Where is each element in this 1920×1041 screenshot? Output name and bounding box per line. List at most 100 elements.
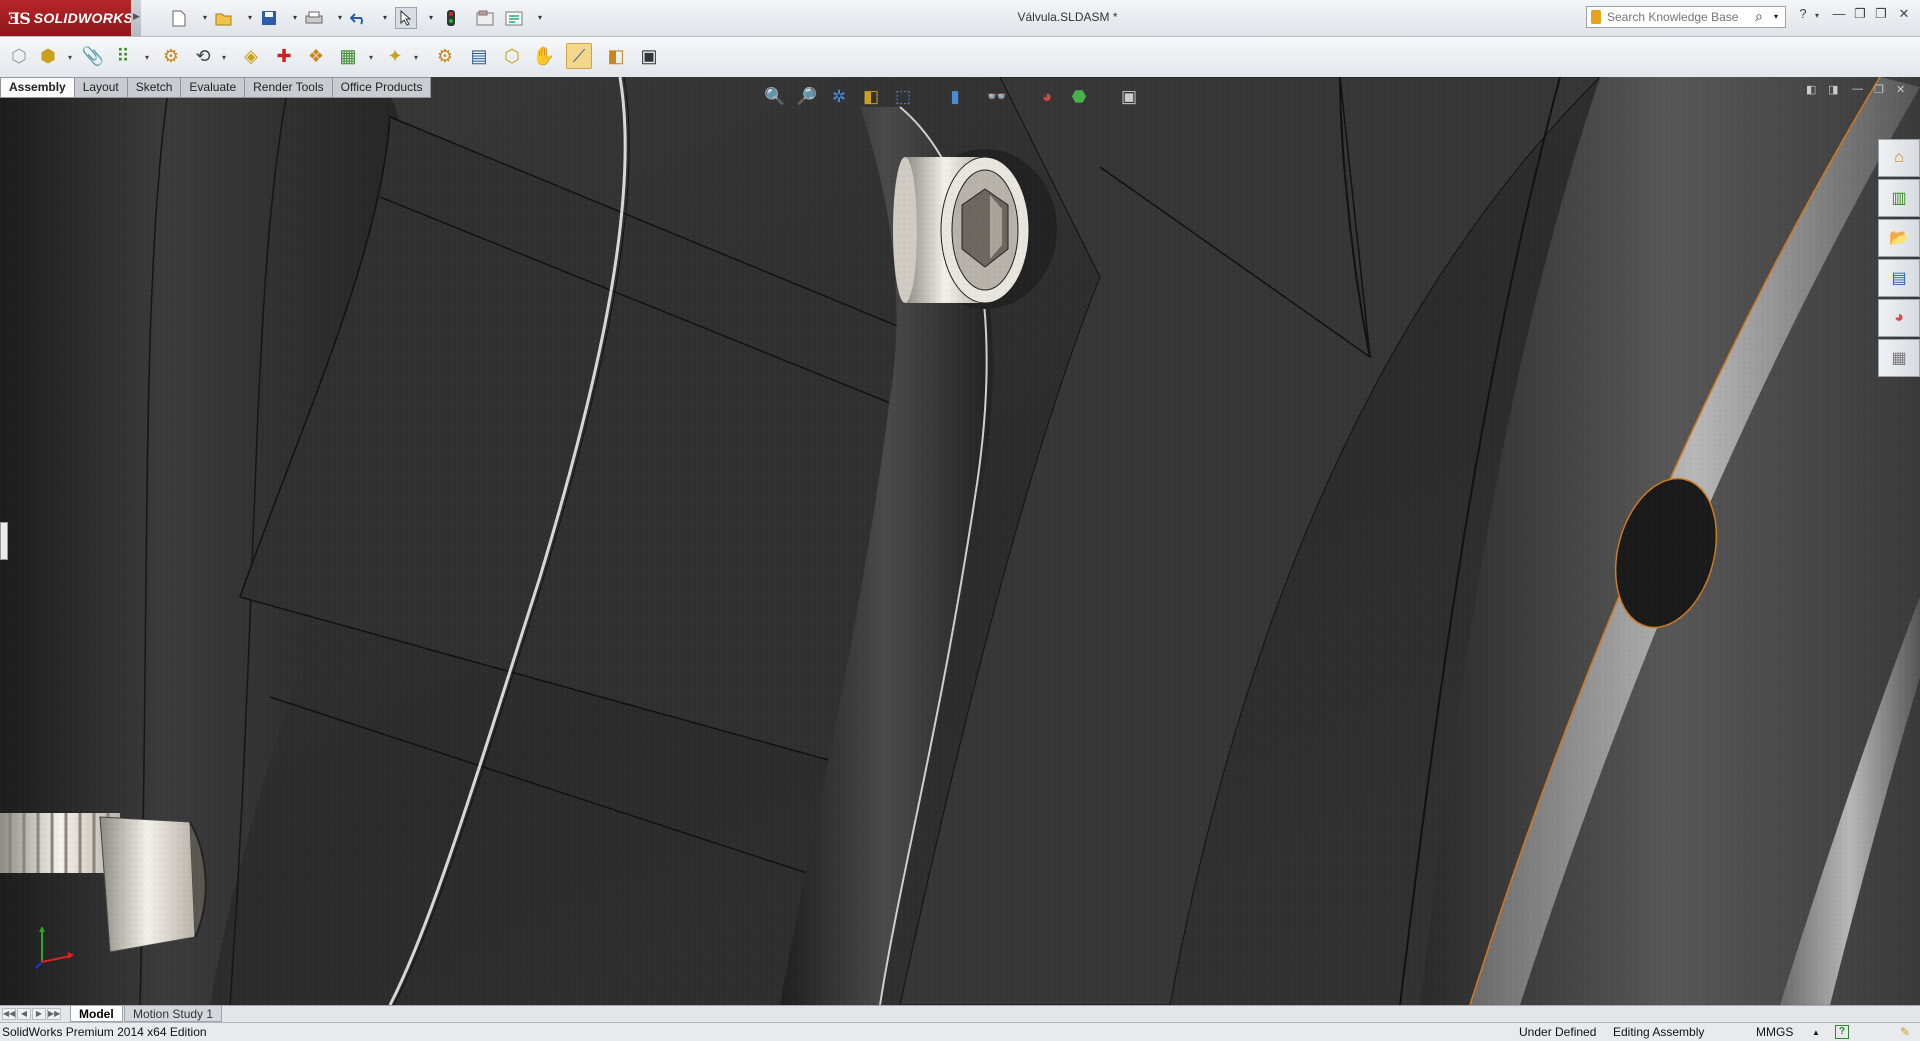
print-icon[interactable] [303,7,325,29]
insert-components-icon[interactable]: ⬢ [35,43,61,69]
tab-office-products[interactable]: Office Products [332,77,432,98]
rebuild-icon[interactable] [440,7,462,29]
save-dropdown-icon[interactable]: ▾ [293,13,297,22]
task-pane: ⌂ ▥ 📂 ▤ ◕ ▦ [1878,139,1920,379]
new-dropdown-icon[interactable]: ▾ [203,13,207,22]
title-bar: ƎS SOLIDWORKS ▶ ▾ ▾ ▾ ▾ ▾ ▾ ▾ Válvula.SL… [0,0,1920,37]
apply-scene-icon[interactable]: ⬣ [1066,85,1092,109]
display-style-icon[interactable]: ▮ [942,85,968,109]
new-document-icon[interactable] [168,7,190,29]
help-dropdown-icon[interactable]: ▾ [1808,11,1826,29]
search-dropdown-icon[interactable]: ▾ [1774,12,1778,21]
edit-appearance-icon[interactable]: ◕ [1034,85,1060,109]
hole-alignment-icon[interactable]: ⟋ [566,43,592,69]
search-knowledge-base[interactable]: ⌕ ▾ [1586,6,1786,28]
section-view-icon[interactable]: ◧ [858,85,884,109]
restore-down-icon[interactable]: ❐ [1872,6,1890,24]
undo-icon[interactable] [348,7,370,29]
tab-assembly[interactable]: Assembly [0,77,75,98]
smart-fasteners-icon[interactable]: ⚙ [158,43,184,69]
definition-status: Under Defined [1519,1025,1597,1039]
unit-system[interactable]: MMGS [1756,1025,1793,1039]
interference-detection-icon[interactable]: ⬡ [499,43,525,69]
search-icon[interactable]: ⌕ [1755,8,1763,25]
select-dropdown-icon[interactable]: ▾ [429,13,433,22]
open-dropdown-icon[interactable]: ▾ [248,13,252,22]
design-library-icon[interactable]: ▥ [1878,179,1920,217]
pattern-dropdown-icon[interactable]: ▾ [145,53,149,62]
viewport-restore-icon[interactable]: ❐ [1874,83,1884,96]
help-status-icon[interactable]: ? [1835,1025,1849,1039]
open-folder-icon[interactable] [213,7,235,29]
hide-show-items-icon[interactable]: 👓 [984,85,1010,109]
new-motion-study-icon[interactable]: ▦ [335,43,361,69]
tab-model[interactable]: Model [70,1006,123,1022]
view-palette-icon[interactable]: ▤ [1878,259,1920,297]
viewport-close-icon[interactable]: ✕ [1896,83,1905,96]
tab-sketch[interactable]: Sketch [127,77,182,98]
mate-icon[interactable]: 📎 [80,43,106,69]
rebuild-status-icon[interactable]: ✎ [1900,1025,1910,1039]
previous-tab-arrow-icon[interactable]: ◀ [17,1008,31,1020]
minimize-icon[interactable]: — [1830,6,1848,24]
viewport-expand-icon[interactable]: ◨ [1828,83,1838,96]
select-arrow-icon[interactable] [395,7,417,29]
insert-components-dropdown-icon[interactable]: ▾ [68,53,72,62]
solidworks-logo[interactable]: ƎS SOLIDWORKS [0,0,134,36]
menu-expand-arrow[interactable]: ▶ [131,0,141,36]
reference-geometry-icon[interactable]: ❖ [303,43,329,69]
zoom-to-area-icon[interactable]: 🔎 [794,85,820,109]
valve-assembly-model[interactable] [0,77,1920,1005]
assembly-visualization-icon[interactable]: ▣ [636,43,662,69]
options-icon[interactable] [503,7,525,29]
ds-logo-mark: ƎS [8,8,31,28]
edit-component-icon[interactable]: ⬡ [6,43,32,69]
explode-line-sketch-icon[interactable]: ▤ [466,43,492,69]
move-component-dropdown-icon[interactable]: ▾ [222,53,226,62]
custom-properties-icon[interactable]: ▦ [1878,339,1920,377]
solidworks-resources-icon[interactable]: ⌂ [1878,139,1920,177]
motion-study-dropdown-icon[interactable]: ▾ [369,53,373,62]
view-orientation-icon[interactable]: ⬚ [890,85,916,109]
status-bar: SolidWorks Premium 2014 x64 Edition Unde… [0,1022,1920,1041]
command-tabs: Assembly Layout Sketch Evaluate Render T… [0,77,432,98]
file-properties-icon[interactable] [474,7,496,29]
tab-evaluate[interactable]: Evaluate [181,77,246,98]
file-explorer-icon[interactable]: 📂 [1878,219,1920,257]
viewport-split-icon[interactable]: ◧ [1806,83,1816,96]
model-tabs-bar: ◀◀ ◀ ▶ ▶▶ Model Motion Study 1 [0,1005,1920,1023]
close-icon[interactable]: ✕ [1895,6,1913,24]
move-component-icon[interactable]: ⟲ [190,43,216,69]
options-dropdown-icon[interactable]: ▾ [538,13,542,22]
viewport-minimize-icon[interactable]: — [1852,83,1863,95]
appearances-scenes-icon[interactable]: ◕ [1878,299,1920,337]
graphics-area[interactable]: 🔍 🔎 ✲ ◧ ⬚ ▮ 👓 ◕ ⬣ ▣ ◧ ◨ — ❐ ✕ ⌂ ▥ 📂 ▤ ◕ … [0,77,1920,1005]
view-settings-icon[interactable]: ▣ [1116,85,1142,109]
feature-manager-expand-handle[interactable] [0,522,8,560]
last-tab-arrow-icon[interactable]: ▶▶ [47,1008,61,1020]
restore-icon[interactable]: ❐ [1851,6,1869,24]
undo-dropdown-icon[interactable]: ▾ [383,13,387,22]
bill-of-materials-icon[interactable]: ✦ [382,43,408,69]
exploded-view-icon[interactable]: ⚙ [432,43,458,69]
unit-system-dropdown-icon[interactable]: ▲ [1812,1028,1820,1037]
bom-dropdown-icon[interactable]: ▾ [414,53,418,62]
tab-layout[interactable]: Layout [74,77,128,98]
search-input[interactable] [1607,9,1747,25]
clearance-verification-icon[interactable]: ✋ [531,43,557,69]
assembly-features-icon[interactable]: ✚ [271,43,297,69]
show-hidden-components-icon[interactable]: ◈ [238,43,264,69]
previous-view-icon[interactable]: ✲ [826,85,852,109]
zoom-to-fit-icon[interactable]: 🔍 [762,85,788,109]
instant3d-icon[interactable]: ◧ [603,43,629,69]
knowledge-base-icon [1591,10,1601,24]
first-tab-arrow-icon[interactable]: ◀◀ [2,1008,16,1020]
linear-pattern-icon[interactable]: ⠿ [110,43,136,69]
print-dropdown-icon[interactable]: ▾ [338,13,342,22]
save-icon[interactable] [258,7,280,29]
solidworks-logo-text: SOLIDWORKS [33,10,134,26]
tab-render-tools[interactable]: Render Tools [245,77,333,98]
tab-motion-study-1[interactable]: Motion Study 1 [124,1006,223,1022]
command-manager: ⬡ ⬢ ▾ 📎 ⠿ ▾ ⚙ ⟲ ▾ ◈ ✚ ❖ ▦ ▾ ✦ ▾ ⚙ ▤ ⬡ ✋ … [0,37,1920,78]
next-tab-arrow-icon[interactable]: ▶ [32,1008,46,1020]
